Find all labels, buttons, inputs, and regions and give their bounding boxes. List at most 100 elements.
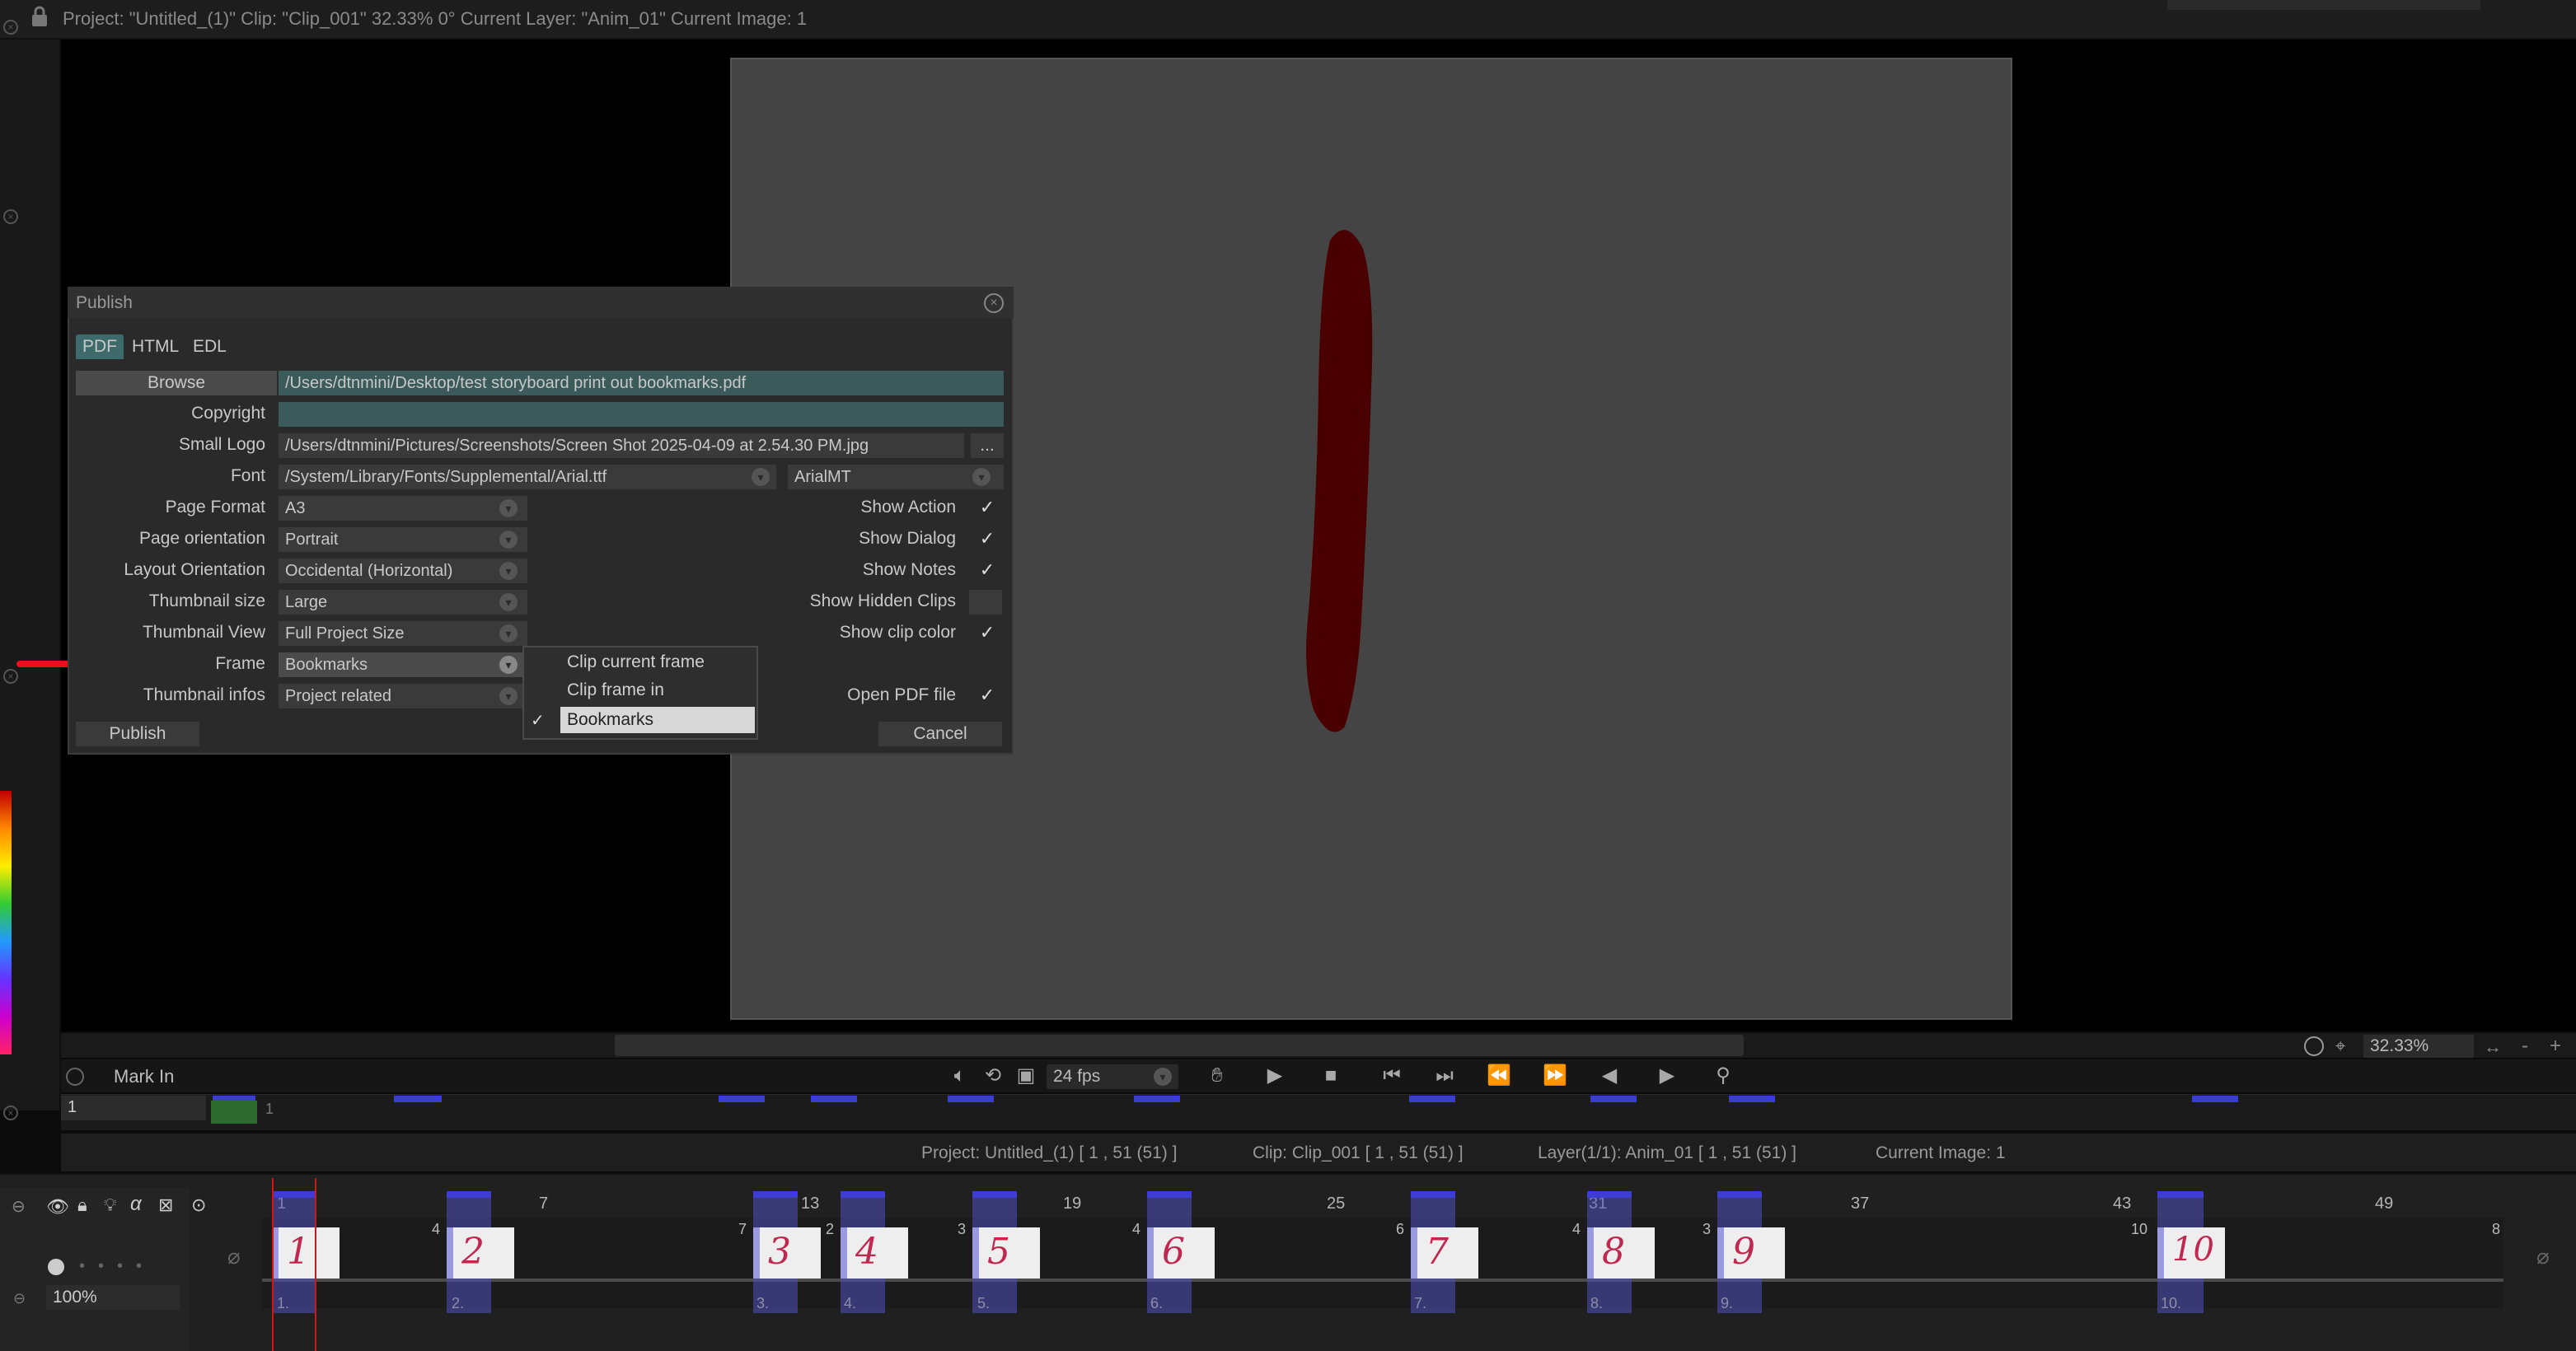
opacity-field[interactable]: 100% bbox=[46, 1285, 180, 1310]
ruler-label: 1 bbox=[265, 1101, 274, 1117]
clip-thumbnail[interactable]: 2 bbox=[447, 1227, 514, 1279]
chevron-down-icon[interactable]: ▾ bbox=[499, 593, 518, 611]
hand-icon[interactable]: ✋︎ bbox=[1203, 1063, 1231, 1089]
clip-thumbnail[interactable]: 9 bbox=[1717, 1227, 1785, 1279]
close-icon[interactable]: × bbox=[3, 1106, 18, 1120]
rotate-icon[interactable] bbox=[2304, 1036, 2324, 1056]
lock-layer-icon[interactable]: 🔒︎ bbox=[77, 1194, 87, 1216]
close-icon[interactable]: × bbox=[3, 20, 18, 35]
previous-frame-icon[interactable]: ◀ bbox=[1595, 1063, 1623, 1089]
scrollbar-thumb[interactable] bbox=[615, 1035, 1744, 1056]
alpha-icon[interactable]: α bbox=[130, 1193, 142, 1216]
next-frame-icon[interactable]: ▶ bbox=[1653, 1063, 1681, 1089]
font-name-select[interactable]: ArialMT bbox=[788, 465, 1004, 489]
publish-button[interactable]: Publish bbox=[76, 722, 199, 746]
current-frame-field[interactable]: 1 bbox=[61, 1096, 206, 1120]
clip-thumbnail[interactable]: 6 bbox=[1147, 1227, 1215, 1279]
close-icon[interactable]: × bbox=[3, 209, 18, 224]
copyright-field[interactable] bbox=[279, 402, 1004, 427]
menu-item-bookmarks[interactable]: Bookmarks bbox=[567, 710, 653, 730]
clip-length: 4 bbox=[432, 1221, 441, 1237]
next-clip-icon[interactable]: ⏩ bbox=[1536, 1063, 1574, 1089]
marker-pin-icon[interactable]: ⚲ bbox=[1709, 1063, 1737, 1089]
chevron-down-icon[interactable]: ▾ bbox=[499, 687, 518, 705]
show-hidden-clips-checkbox[interactable] bbox=[969, 590, 1002, 615]
brush-stroke bbox=[1306, 230, 1373, 732]
clip-thumbnail[interactable]: 5 bbox=[972, 1227, 1040, 1279]
thumbnail-view-select[interactable]: Full Project Size bbox=[279, 621, 527, 646]
playhead[interactable] bbox=[272, 1178, 274, 1351]
select-icon[interactable]: ⊠ bbox=[158, 1194, 173, 1216]
tab-edl[interactable]: EDL bbox=[186, 334, 233, 359]
layer-dot-icon[interactable] bbox=[48, 1259, 64, 1275]
menu-item-clip-frame-in[interactable]: Clip frame in bbox=[567, 680, 664, 700]
color-strip[interactable] bbox=[0, 791, 12, 1054]
menu-item-clip-current-frame[interactable]: Clip current frame bbox=[567, 652, 705, 672]
chevron-down-icon[interactable]: ▾ bbox=[499, 499, 518, 517]
chevron-down-icon[interactable]: ▾ bbox=[499, 656, 518, 674]
clip-thumbnail[interactable]: 4 bbox=[841, 1227, 908, 1279]
clip-marker bbox=[1411, 1191, 1455, 1198]
tab-html[interactable]: HTML bbox=[125, 334, 185, 359]
cancel-button[interactable]: Cancel bbox=[878, 722, 1002, 746]
minus-icon[interactable]: ⊖ bbox=[13, 1290, 26, 1307]
page-format-select[interactable]: A3 bbox=[279, 496, 527, 521]
chevron-down-icon[interactable]: ▾ bbox=[972, 468, 991, 486]
stop-icon[interactable]: ■ bbox=[1317, 1063, 1345, 1089]
empty-icon: ⌀ bbox=[227, 1244, 241, 1269]
lock-icon[interactable] bbox=[30, 5, 49, 28]
show-dialog-checkbox[interactable]: ✓ bbox=[976, 527, 999, 550]
onion-skin-icon[interactable]: ⊙ bbox=[191, 1194, 206, 1216]
open-pdf-checkbox[interactable]: ✓ bbox=[976, 684, 999, 707]
thumbnail-size-select[interactable]: Large bbox=[279, 590, 527, 615]
clip-thumbnail[interactable]: 1 bbox=[272, 1227, 340, 1279]
thumbnail-infos-select[interactable]: Project related bbox=[279, 684, 527, 708]
loop-icon[interactable]: ⟲ bbox=[979, 1063, 1007, 1089]
close-icon[interactable]: × bbox=[984, 293, 1004, 313]
frame-label: Frame bbox=[215, 654, 265, 673]
font-path-select[interactable]: /System/Library/Fonts/Supplemental/Arial… bbox=[279, 465, 776, 489]
small-logo-browse-button[interactable]: ... bbox=[971, 433, 1004, 458]
center-icon[interactable]: ⌖ bbox=[2335, 1036, 2355, 1056]
dialog-titlebar[interactable] bbox=[68, 287, 1014, 318]
chevron-down-icon[interactable]: ▾ bbox=[499, 531, 518, 549]
play-icon[interactable]: ▶ bbox=[1261, 1063, 1289, 1089]
speaker-icon[interactable]: 🔈︎ bbox=[946, 1063, 974, 1089]
previous-clip-icon[interactable]: ⏪ bbox=[1480, 1063, 1518, 1089]
layer-options-icon[interactable]: ⊖ bbox=[12, 1196, 26, 1217]
tab-pdf[interactable]: PDF bbox=[76, 334, 124, 359]
frame-select[interactable]: Bookmarks bbox=[279, 652, 527, 677]
zoom-in-icon[interactable]: + bbox=[2550, 1035, 2561, 1058]
clip-thumbnail[interactable]: 3 bbox=[753, 1227, 821, 1279]
fit-width-icon[interactable]: ↔ bbox=[2484, 1036, 2502, 1058]
clip-thumbnail[interactable]: 10 bbox=[2157, 1227, 2225, 1279]
small-logo-field[interactable]: /Users/dtnmini/Pictures/Screenshots/Scre… bbox=[279, 433, 964, 458]
show-notes-checkbox[interactable]: ✓ bbox=[976, 559, 999, 582]
playhead-end bbox=[315, 1178, 316, 1351]
chevron-down-icon[interactable]: ▾ bbox=[499, 562, 518, 580]
clip-length: 3 bbox=[1703, 1221, 1712, 1237]
clip-label: 5. bbox=[977, 1295, 991, 1311]
page-orientation-select[interactable]: Portrait bbox=[279, 527, 527, 552]
chevron-down-icon[interactable]: ▾ bbox=[752, 468, 770, 486]
go-to-end-icon[interactable]: ⏭ bbox=[1426, 1063, 1464, 1089]
clip-drawing: 5 bbox=[987, 1231, 1010, 1273]
clip-length: 7 bbox=[738, 1221, 747, 1237]
show-clip-color-checkbox[interactable]: ✓ bbox=[976, 621, 999, 644]
chevron-down-icon[interactable]: ▾ bbox=[1154, 1068, 1172, 1086]
clip-drawing: 2 bbox=[461, 1231, 485, 1273]
clip-thumbnail[interactable]: 8 bbox=[1587, 1227, 1655, 1279]
frame-icon[interactable]: ▣ bbox=[1012, 1063, 1040, 1089]
eye-icon[interactable]: 👁︎ bbox=[46, 1196, 69, 1218]
go-to-start-icon[interactable]: ⏮ bbox=[1373, 1063, 1411, 1089]
mark-in-icon[interactable] bbox=[66, 1068, 84, 1086]
output-path-field[interactable]: /Users/dtnmini/Desktop/test storyboard p… bbox=[279, 371, 1004, 395]
zoom-level[interactable]: 32.33% bbox=[2363, 1035, 2474, 1058]
zoom-out-icon[interactable]: - bbox=[2522, 1035, 2528, 1058]
browse-button[interactable]: Browse bbox=[76, 371, 277, 395]
layout-orientation-select[interactable]: Occidental (Horizontal) bbox=[279, 559, 527, 583]
light-icon[interactable]: 💡︎ bbox=[104, 1194, 116, 1216]
show-action-checkbox[interactable]: ✓ bbox=[976, 496, 999, 519]
clip-thumbnail[interactable]: 7 bbox=[1411, 1227, 1478, 1279]
chevron-down-icon[interactable]: ▾ bbox=[499, 624, 518, 643]
